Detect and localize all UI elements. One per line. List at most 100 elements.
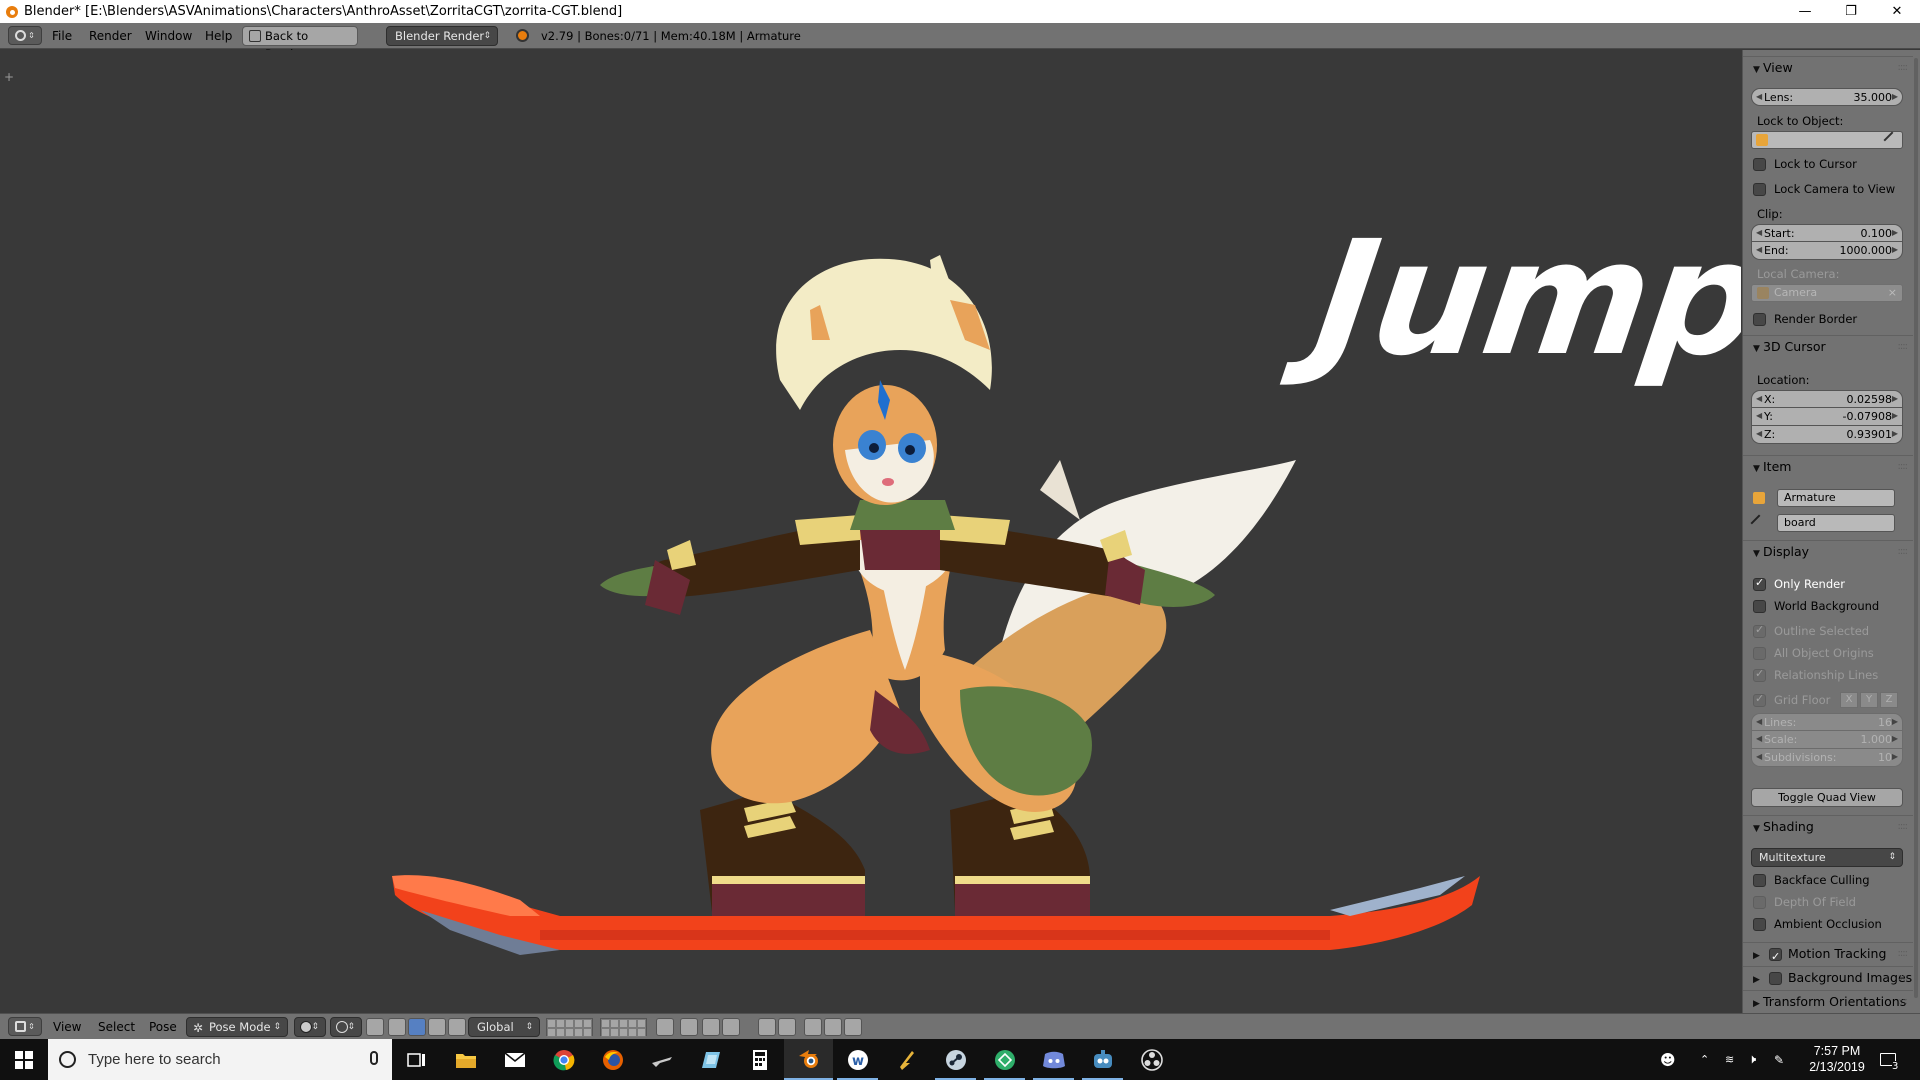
background-images-checkbox-icon[interactable] [1768, 972, 1782, 985]
taskbar-firefox[interactable] [588, 1039, 637, 1080]
taskbar-blender[interactable] [784, 1039, 833, 1080]
transform-orientations-panel-header[interactable]: ▶ Transform Orientations :::: [1743, 990, 1913, 1012]
lock-to-object-field[interactable] [1751, 131, 1903, 149]
editor-type-selector[interactable]: ⇕ [8, 1017, 42, 1036]
eyedropper-icon[interactable] [1883, 131, 1901, 149]
taskbar-discord[interactable] [1029, 1039, 1078, 1080]
manipulator-toggle-icon[interactable] [366, 1018, 384, 1036]
toggle-quad-view-button[interactable]: Toggle Quad View [1751, 788, 1903, 807]
background-images-panel-header[interactable]: ▶ Background Images :::: [1743, 966, 1913, 988]
motion-tracking-panel-header[interactable]: ▶ Motion Tracking :::: [1743, 942, 1913, 968]
clip-start-field[interactable]: ◀ Start: 0.100 ▶ [1751, 224, 1903, 242]
restore-button[interactable]: ❐ [1828, 0, 1874, 23]
view-panel-header[interactable]: ▼ View :::: [1743, 56, 1913, 78]
decrement-arrow-icon[interactable]: ◀ [1756, 245, 1762, 254]
object-name-field[interactable]: Armature [1777, 489, 1895, 507]
depth-of-field-checkbox[interactable]: Depth Of Field [1753, 893, 1856, 911]
lock-to-cursor-checkbox[interactable]: Lock to Cursor [1753, 155, 1857, 173]
cursor-z-field[interactable]: ◀ Z: 0.93901 ▶ [1751, 426, 1903, 444]
taskbar-app-green[interactable] [980, 1039, 1029, 1080]
paste-flipped-pose-icon[interactable] [844, 1018, 862, 1036]
tray-volume-icon[interactable]: 🕨 [1748, 1039, 1756, 1080]
render-engine-dropdown[interactable]: Blender Render ⇕ [386, 26, 498, 46]
interaction-mode-dropdown[interactable]: ✲ Pose Mode ⇕ [186, 1017, 288, 1037]
minimize-button[interactable]: — [1782, 0, 1828, 23]
grid-axis-z-toggle[interactable]: Z [1880, 692, 1898, 708]
shading-mode-dropdown[interactable]: Multitexture ⇕ [1751, 848, 1903, 867]
task-view-button[interactable] [392, 1039, 441, 1080]
cursor-x-field[interactable]: ◀ X: 0.02598 ▶ [1751, 390, 1903, 408]
increment-arrow-icon[interactable]: ▶ [1892, 734, 1898, 743]
lens-field[interactable]: ◀ Lens: 35.000 ▶ [1751, 88, 1903, 106]
rotate-manipulator-icon[interactable] [408, 1018, 426, 1036]
tray-network-icon[interactable]: ≋ [1725, 1039, 1734, 1080]
decrement-arrow-icon[interactable]: ◀ [1756, 92, 1762, 101]
tray-people-icon[interactable]: ☻ [1660, 1039, 1676, 1080]
properties-scrollbar[interactable] [1914, 58, 1918, 998]
menu-view[interactable]: View [53, 1014, 81, 1040]
drag-grip-icon[interactable]: :::: [1898, 967, 1909, 989]
decrement-arrow-icon[interactable]: ◀ [1756, 411, 1762, 420]
lock-camera-to-view-checkbox[interactable]: Lock Camera to View [1753, 180, 1895, 198]
drag-grip-icon[interactable]: :::: [1898, 943, 1909, 965]
ambient-occlusion-checkbox[interactable]: Ambient Occlusion [1753, 915, 1882, 933]
start-button[interactable] [0, 1039, 48, 1080]
taskbar-clock[interactable]: 7:57 PM 2/13/2019 [1797, 1043, 1877, 1075]
scale-manipulator-icon[interactable] [428, 1018, 446, 1036]
scene-layers-group-2[interactable] [600, 1018, 647, 1037]
decrement-arrow-icon[interactable]: ◀ [1756, 228, 1762, 237]
menu-render[interactable]: Render [89, 23, 132, 49]
snap-toggle-icon[interactable] [702, 1018, 720, 1036]
taskbar-app-bolt[interactable] [882, 1039, 931, 1080]
increment-arrow-icon[interactable]: ▶ [1892, 245, 1898, 254]
menu-window[interactable]: Window [145, 23, 192, 49]
lock-layers-icon[interactable] [656, 1018, 674, 1036]
drag-grip-icon[interactable]: :::: [1898, 336, 1909, 358]
3d-viewport[interactable]: + Jump [0, 50, 1741, 1013]
taskbar-obs[interactable] [1127, 1039, 1176, 1080]
decrement-arrow-icon[interactable]: ◀ [1756, 394, 1762, 403]
bone-name-field[interactable]: board [1777, 514, 1895, 532]
local-camera-field[interactable]: Camera × [1751, 284, 1903, 302]
grid-axis-y-toggle[interactable]: Y [1860, 692, 1878, 708]
paste-pose-icon[interactable] [824, 1018, 842, 1036]
microphone-icon[interactable] [370, 1051, 378, 1065]
grid-subdivisions-field[interactable]: ◀ Subdivisions: 10 ▶ [1751, 749, 1903, 767]
increment-arrow-icon[interactable]: ▶ [1892, 411, 1898, 420]
drag-grip-icon[interactable]: :::: [1898, 991, 1909, 1013]
drag-grip-icon[interactable]: :::: [1898, 456, 1909, 478]
increment-arrow-icon[interactable]: ▶ [1892, 228, 1898, 237]
3d-cursor-panel-header[interactable]: ▼ 3D Cursor :::: [1743, 335, 1913, 357]
close-button[interactable]: ✕ [1874, 0, 1920, 23]
grid-axis-x-toggle[interactable]: X [1840, 692, 1858, 708]
taskbar-chrome[interactable] [539, 1039, 588, 1080]
taskbar-calculator[interactable] [735, 1039, 784, 1080]
taskbar-search-box[interactable]: Type here to search [48, 1039, 392, 1080]
snap-element-icon[interactable] [722, 1018, 740, 1036]
menu-file[interactable]: File [52, 23, 72, 49]
action-center-button[interactable]: 3 [1880, 1039, 1899, 1080]
copy-pose-icon[interactable] [804, 1018, 822, 1036]
all-object-origins-checkbox[interactable]: All Object Origins [1753, 644, 1874, 662]
pivot-point-dropdown[interactable]: ⇕ [330, 1017, 362, 1037]
decrement-arrow-icon[interactable]: ◀ [1756, 752, 1762, 761]
taskbar-mail[interactable] [490, 1039, 539, 1080]
grid-lines-field[interactable]: ◀ Lines: 16 ▶ [1751, 713, 1903, 731]
clip-end-field[interactable]: ◀ End: 1000.000 ▶ [1751, 242, 1903, 260]
increment-arrow-icon[interactable]: ▶ [1892, 717, 1898, 726]
increment-arrow-icon[interactable]: ▶ [1892, 752, 1898, 761]
shading-panel-header[interactable]: ▼ Shading :::: [1743, 815, 1913, 837]
transform-orientation-dropdown[interactable]: Global ⇕ [468, 1017, 540, 1037]
render-still-icon[interactable] [758, 1018, 776, 1036]
world-background-checkbox[interactable]: World Background [1753, 597, 1879, 615]
clear-x-icon[interactable]: × [1888, 285, 1897, 301]
display-panel-header[interactable]: ▼ Display :::: [1743, 540, 1913, 562]
manipulator-space-icon[interactable] [448, 1018, 466, 1036]
menu-pose[interactable]: Pose [149, 1014, 177, 1040]
menu-select[interactable]: Select [98, 1014, 135, 1040]
proportional-edit-icon[interactable] [680, 1018, 698, 1036]
editor-type-selector[interactable]: ⇕ [8, 26, 42, 45]
increment-arrow-icon[interactable]: ▶ [1892, 429, 1898, 438]
item-panel-header[interactable]: ▼ Item :::: [1743, 455, 1913, 477]
render-border-checkbox[interactable]: Render Border [1753, 310, 1857, 328]
